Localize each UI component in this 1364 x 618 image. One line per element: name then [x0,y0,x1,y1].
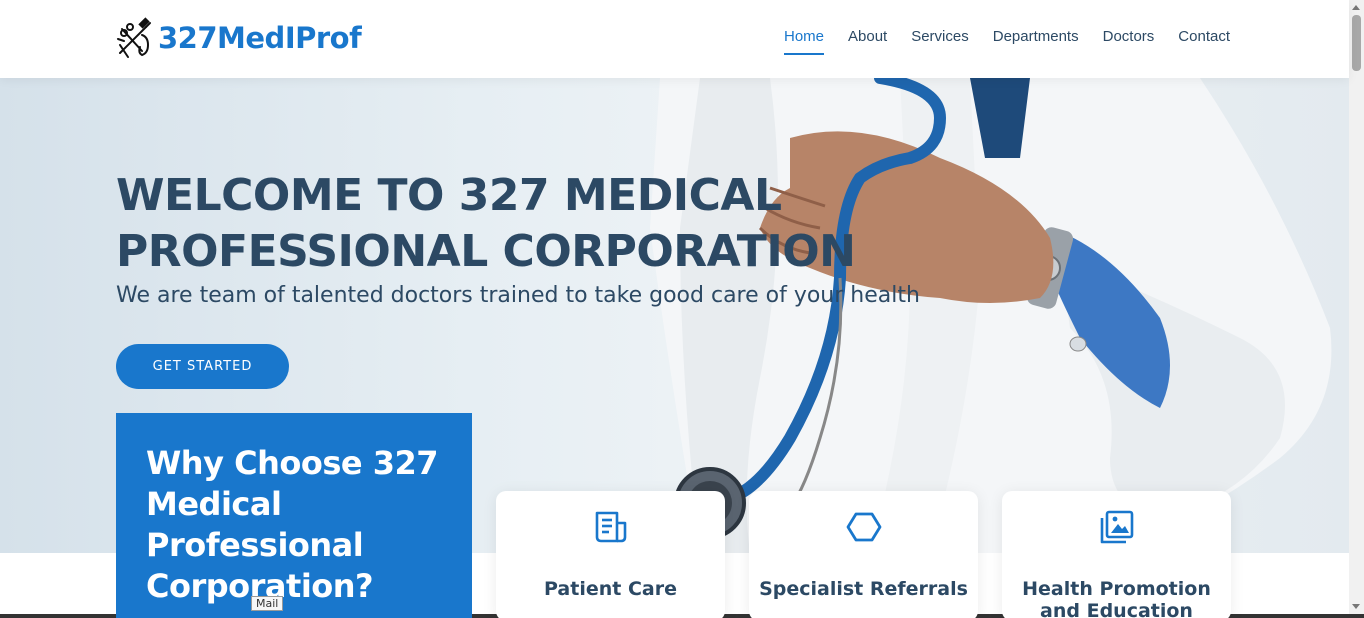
scroll-thumb[interactable] [1352,15,1361,71]
image-icon [1100,510,1133,544]
card-title: Patient Care [544,578,677,600]
nav-about[interactable]: About [848,28,887,55]
card-health-promotion[interactable]: Health Promotion and Education [1002,491,1231,618]
card-title: Specialist Referrals [759,578,968,600]
nav-services[interactable]: Services [911,28,969,55]
receipt-icon [595,511,626,543]
hero-title: Welcome to 327 Medical Professional Corp… [116,170,856,277]
card-specialist-referrals[interactable]: Specialist Referrals [749,491,978,618]
hexagon-icon [846,512,881,542]
card-patient-care[interactable]: Patient Care [496,491,725,618]
site-header: 327MedIProf Home About Services Departme… [0,0,1349,78]
nav-home[interactable]: Home [783,28,824,55]
why-choose-title: Why Choose 327 Medical Professional Corp… [146,444,439,605]
get-started-button[interactable]: GET STARTED [116,344,289,389]
hero-subtitle: We are team of talented doctors trained … [116,283,920,308]
logo[interactable]: 327MedIProf [116,17,362,59]
why-choose-box: Why Choose 327 Medical Professional Corp… [116,413,472,618]
hero-doctor-image [650,78,1332,553]
medical-tools-icon [117,17,151,58]
card-title: Health Promotion and Education [1022,578,1211,618]
scroll-up-arrow-icon[interactable] [1352,5,1360,10]
nav-contact[interactable]: Contact [1178,28,1230,55]
main-nav: Home About Services Departments Doctors … [783,28,1230,55]
tooltip: Mail [251,596,284,611]
nav-doctors[interactable]: Doctors [1103,28,1155,55]
nav-departments[interactable]: Departments [993,28,1079,55]
page-scrollbar[interactable] [1349,0,1364,614]
scroll-down-arrow-icon[interactable] [1352,604,1360,609]
brand-name: 327MedIProf [158,21,362,55]
